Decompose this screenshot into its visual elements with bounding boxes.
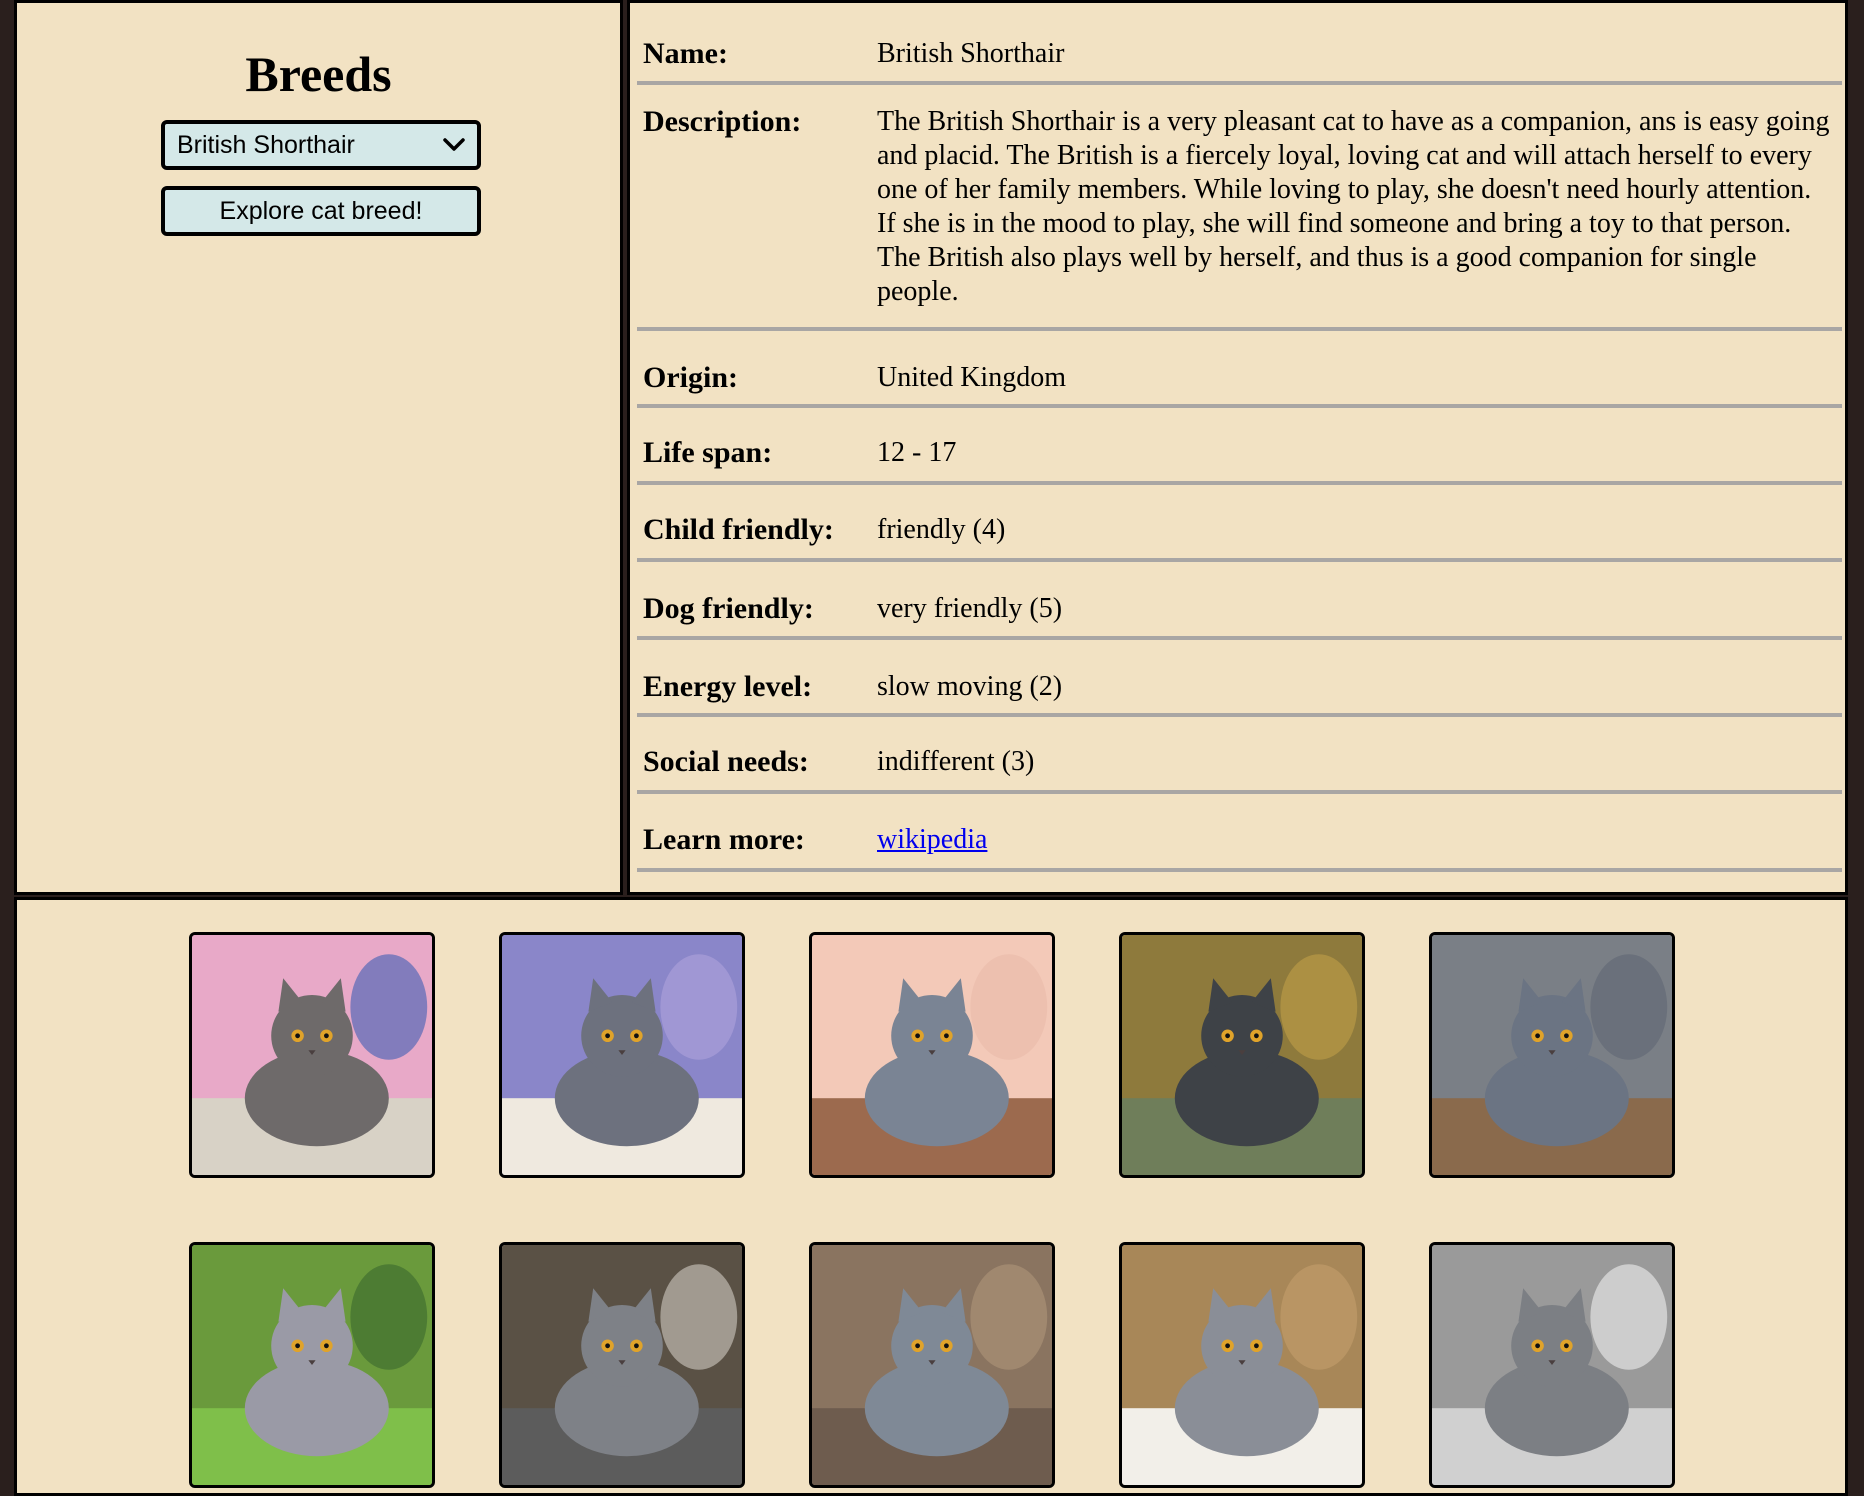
cat-photo[interactable] bbox=[1429, 1242, 1675, 1488]
cat-photo[interactable] bbox=[1429, 932, 1675, 1178]
detail-row-learn-more: Learn more: wikipedia bbox=[637, 794, 1842, 872]
cat-photo-image bbox=[192, 1245, 432, 1485]
cat-photo[interactable] bbox=[499, 1242, 745, 1488]
cat-photo-image bbox=[502, 1245, 742, 1485]
detail-value: very friendly (5) bbox=[877, 593, 1063, 624]
breed-details-table: Name: British Shorthair Description: The… bbox=[637, 11, 1842, 872]
detail-value: The British Shorthair is a very pleasant… bbox=[877, 106, 1830, 307]
detail-label: Description: bbox=[643, 105, 802, 138]
detail-value: British Shorthair bbox=[877, 38, 1065, 69]
detail-label: Life span: bbox=[643, 436, 773, 469]
cat-photo[interactable] bbox=[499, 932, 745, 1178]
breed-details-panel: Name: British Shorthair Description: The… bbox=[627, 0, 1848, 895]
sidebar-title: Breeds bbox=[245, 46, 392, 102]
cat-photo[interactable] bbox=[1119, 932, 1365, 1178]
detail-row-life-span: Life span: 12 - 17 bbox=[637, 408, 1842, 485]
cat-photo-image bbox=[812, 1245, 1052, 1485]
detail-value: friendly (4) bbox=[877, 514, 1006, 545]
cat-photo-image bbox=[502, 935, 742, 1175]
cat-photo-image bbox=[1432, 1245, 1672, 1485]
detail-row-energy-level: Energy level: slow moving (2) bbox=[637, 640, 1842, 717]
detail-value: slow moving (2) bbox=[877, 671, 1063, 702]
detail-row-origin: Origin: United Kingdom bbox=[637, 331, 1842, 408]
explore-breed-button[interactable]: Explore cat breed! bbox=[161, 186, 481, 236]
cat-photo[interactable] bbox=[809, 1242, 1055, 1488]
cat-photo[interactable] bbox=[1119, 1242, 1365, 1488]
detail-row-dog-friendly: Dog friendly: very friendly (5) bbox=[637, 562, 1842, 640]
detail-label: Name: bbox=[643, 37, 728, 70]
detail-label: Dog friendly: bbox=[643, 592, 814, 625]
detail-row-description: Description: The British Shorthair is a … bbox=[637, 85, 1842, 331]
breed-select[interactable]: British Shorthair bbox=[161, 120, 481, 170]
cat-photo[interactable] bbox=[189, 932, 435, 1178]
chevron-down-icon bbox=[439, 130, 469, 160]
cat-photo-image bbox=[812, 935, 1052, 1175]
detail-label: Learn more: bbox=[643, 823, 805, 856]
detail-label: Social needs: bbox=[643, 745, 809, 778]
page: Breeds British Shorthair Explore cat bre… bbox=[0, 0, 1864, 1496]
wikipedia-link[interactable]: wikipedia bbox=[877, 824, 987, 855]
cat-photo[interactable] bbox=[189, 1242, 435, 1488]
detail-label: Origin: bbox=[643, 361, 738, 394]
cat-photo-image bbox=[1122, 935, 1362, 1175]
breed-select-value: British Shorthair bbox=[177, 130, 355, 159]
cat-gallery-panel bbox=[14, 897, 1848, 1496]
detail-value: wikipedia bbox=[877, 823, 1842, 868]
cat-photo-image bbox=[192, 935, 432, 1175]
detail-label: Child friendly: bbox=[643, 513, 834, 546]
cat-photo[interactable] bbox=[809, 932, 1055, 1178]
cat-photo-image bbox=[1432, 935, 1672, 1175]
detail-value: United Kingdom bbox=[877, 362, 1066, 393]
detail-value: indifferent (3) bbox=[877, 746, 1035, 777]
detail-label: Energy level: bbox=[643, 670, 813, 703]
cat-gallery-grid bbox=[189, 932, 1675, 1488]
detail-row-child-friendly: Child friendly: friendly (4) bbox=[637, 485, 1842, 562]
breed-sidebar: Breeds British Shorthair Explore cat bre… bbox=[14, 0, 623, 895]
detail-value: 12 - 17 bbox=[877, 437, 957, 468]
detail-row-name: Name: British Shorthair bbox=[637, 11, 1842, 85]
detail-row-social-needs: Social needs: indifferent (3) bbox=[637, 717, 1842, 794]
cat-photo-image bbox=[1122, 1245, 1362, 1485]
